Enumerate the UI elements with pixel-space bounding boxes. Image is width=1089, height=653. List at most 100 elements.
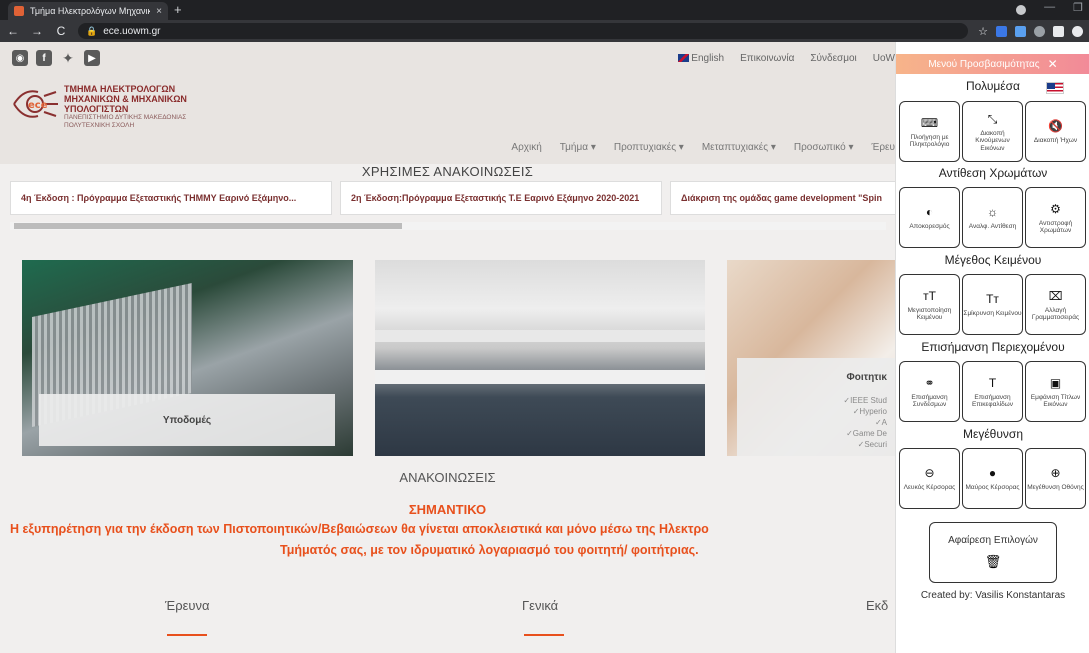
- restore-icon[interactable]: ❐: [1073, 1, 1083, 15]
- nav-staff[interactable]: Προσωπικό ▾: [794, 142, 854, 153]
- favicon-icon: [14, 6, 24, 16]
- font-icon: ⌧: [1048, 288, 1063, 303]
- browser-tab-bar: Τμήμα Ηλεκτρολόγων Μηχανικ... × + — ❐: [0, 0, 1089, 20]
- black-cursor-button[interactable]: ● Μαύρος Κέρσορας: [962, 448, 1023, 509]
- extension-puzzle-icon[interactable]: [1053, 25, 1064, 37]
- footer-underline: [524, 634, 564, 636]
- zoom-icon: ⊕: [1050, 466, 1061, 481]
- link-uowm[interactable]: UoW: [873, 53, 895, 64]
- infrastructure-label[interactable]: Υποδομές: [39, 394, 335, 446]
- text-decrease-icon: Tт: [986, 292, 999, 307]
- youtube-icon[interactable]: ▶: [84, 50, 100, 66]
- nav-department[interactable]: Τμήμα ▾: [560, 142, 596, 153]
- scrollbar-thumb[interactable]: [14, 223, 402, 229]
- image-icon: ▣: [1049, 375, 1062, 390]
- extension-blue-icon[interactable]: [1015, 25, 1026, 37]
- white-cursor-button[interactable]: ⊖ Λευκός Κέρσορας: [899, 448, 960, 509]
- announcement-cards: 4η Έκδοση : Πρόγραμμα Εξεταστικής ΤΗΜΜΥ …: [10, 181, 895, 215]
- rss-icon[interactable]: ◉: [12, 50, 28, 66]
- important-text-line1: Η εξυπηρέτηση για την έκδοση των Πιστοπο…: [10, 522, 709, 536]
- back-button[interactable]: ←: [6, 24, 20, 38]
- text-size-buttons: ᴛT Μεγιστοποίηση Κειμένου Tт Σμίκρυνση Κει…: [899, 274, 1086, 335]
- stop-animations-button[interactable]: ⤡ Διακοπή Κινούμενων Εικόνων: [962, 101, 1023, 162]
- image-titles-button[interactable]: ▣ Εμφάνιση Τίτλων Εικόνων: [1025, 361, 1086, 422]
- mute-icon: 🔇: [1048, 119, 1063, 134]
- extension-gear-icon[interactable]: [1034, 25, 1045, 37]
- address-bar[interactable]: 🔒 ece.uowm.gr: [78, 23, 969, 39]
- nav-postgraduate[interactable]: Μεταπτυχιακές ▾: [702, 142, 776, 153]
- reset-options-button[interactable]: Αφαίρεση Επιλογών 🗑: [929, 522, 1057, 583]
- link-links[interactable]: Σύνδεσμοι: [810, 53, 856, 64]
- svg-text:ece: ece: [28, 100, 48, 111]
- profile-icon[interactable]: [1072, 25, 1083, 37]
- desaturate-button[interactable]: ◐ Αποκορεσμός: [899, 187, 960, 248]
- lock-icon: 🔒: [86, 25, 98, 36]
- browser-toolbar: ← → C 🔒 ece.uowm.gr ☆: [0, 20, 1089, 42]
- horizontal-scrollbar[interactable]: [10, 222, 886, 230]
- important-heading: ΣΗΜΑΝΤΙΚΟ: [408, 502, 487, 517]
- black-cursor-icon: ●: [988, 466, 997, 481]
- announcement-card[interactable]: Διάκριση της ομάδας game development "Sp…: [670, 181, 895, 215]
- logo-text[interactable]: ΤΜΗΜΑ ΗΛΕΚΤΡΟΛΟΓΩΝ ΜΗΧΑΝΙΚΩΝ & ΜΗΧΑΝΙΚΩΝ…: [64, 84, 187, 129]
- footer-publications[interactable]: Εκδ: [866, 598, 888, 613]
- multimedia-buttons: ⌨ Πλοήγηση με Πληκτρολόγιο ⤡ Διακοπή Κινού…: [899, 101, 1086, 162]
- increase-text-button[interactable]: ᴛT Μεγιστοποίηση Κειμένου: [899, 274, 960, 335]
- url-text: ece.uowm.gr: [103, 25, 161, 37]
- record-icon[interactable]: [1016, 5, 1027, 15]
- us-flag-icon[interactable]: [1046, 82, 1064, 94]
- announcements-heading: ΑΝΑΚΟΙΝΩΣΕΙΣ: [399, 470, 496, 485]
- screen-zoom-button[interactable]: ⊕ Μεγέθυνση Οθόνης: [1025, 448, 1086, 509]
- change-font-button[interactable]: ⌧ Αλλαγή Γραμματοσειράς: [1025, 274, 1086, 335]
- accessibility-panel: Μενού Προσβασιμότητας ✕ Πολυμέσα ⌨ Πλοήγη…: [895, 42, 1089, 653]
- tab-title: Τμήμα Ηλεκτρολόγων Μηχανικ...: [30, 6, 151, 16]
- invert-colors-button[interactable]: ⚙ Αντιστροφή Χρωμάτων: [1025, 187, 1086, 248]
- forward-button[interactable]: →: [30, 24, 44, 38]
- section-zoom: Μεγέθυνση: [962, 427, 1023, 441]
- mute-sounds-button[interactable]: 🔇 Διακοπή Ήχων: [1025, 101, 1086, 162]
- cursor-icon: ⤡: [987, 111, 998, 126]
- announcement-card[interactable]: 2η Έκδοση:Πρόγραμμα Εξεταστικής Τ.Ε Εαρι…: [340, 181, 662, 215]
- desaturate-icon: ◐: [925, 205, 934, 220]
- nav-home[interactable]: Αρχική: [511, 142, 541, 153]
- light-contrast-button[interactable]: ☼ Αναλφ. Αντίθεση: [962, 187, 1023, 248]
- keyboard-navigation-button[interactable]: ⌨ Πλοήγηση με Πληκτρολόγιο: [899, 101, 960, 162]
- students-overlay[interactable]: Φοιτητικ ✓IEEE Stud ✓Hyperio ✓A ✓Game De…: [737, 358, 895, 456]
- footer-research[interactable]: Έρευνα: [165, 598, 210, 613]
- facebook-icon[interactable]: f: [36, 50, 52, 66]
- sun-icon: ☼: [987, 205, 998, 220]
- text-increase-icon: ᴛT: [923, 288, 936, 303]
- browser-tab[interactable]: Τμήμα Ηλεκτρολόγων Μηχανικ... ×: [8, 2, 168, 20]
- twitter-icon[interactable]: ✦: [60, 50, 76, 66]
- tab-close-icon[interactable]: ×: [156, 6, 162, 17]
- extension-check-icon[interactable]: [996, 25, 1007, 37]
- invert-icon: ⚙: [1050, 201, 1061, 216]
- close-icon[interactable]: ✕: [1048, 57, 1058, 71]
- extensions-area: ☆: [978, 25, 1083, 38]
- top-links: English Επικοινωνία Σύνδεσμοι UoW: [678, 53, 895, 64]
- zoom-buttons: ⊖ Λευκός Κέρσορας ● Μαύρος Κέρσορας ⊕ Μεγέθ…: [899, 448, 1086, 509]
- classroom-image[interactable]: [375, 260, 705, 456]
- link-contact[interactable]: Επικοινωνία: [740, 53, 794, 64]
- decrease-text-button[interactable]: Tт Σμίκρυνση Κειμένου: [962, 274, 1023, 335]
- trash-icon: 🗑: [984, 554, 1002, 569]
- section-highlight: Επισήμανση Περιεχομένου: [921, 340, 1065, 354]
- infrastructure-image[interactable]: Υποδομές: [22, 260, 353, 456]
- footer-general[interactable]: Γενικά: [522, 598, 558, 613]
- announcement-card[interactable]: 4η Έκδοση : Πρόγραμμα Εξεταστικής ΤΗΜΜΥ …: [10, 181, 332, 215]
- star-icon[interactable]: ☆: [978, 25, 988, 38]
- ece-logo-icon[interactable]: ece: [8, 82, 62, 126]
- highlight-headings-button[interactable]: T Επισήμανση Επικεφαλίδων: [962, 361, 1023, 422]
- new-tab-button[interactable]: +: [174, 2, 182, 17]
- section-contrast: Αντίθεση Χρωμάτων: [938, 166, 1048, 180]
- highlight-links-button[interactable]: ⚭ Επισήμανση Συνδέσμων: [899, 361, 960, 422]
- link-english[interactable]: English: [678, 53, 724, 64]
- accessibility-header: Μενού Προσβασιμότητας ✕: [896, 54, 1089, 74]
- social-links: ◉ f ✦ ▶: [12, 50, 100, 66]
- students-list: ✓IEEE Stud ✓Hyperio ✓A ✓Game De ✓Securi: [843, 396, 887, 449]
- nav-undergraduate[interactable]: Προπτυχιακές ▾: [614, 142, 684, 153]
- nav-research[interactable]: Έρευ: [872, 142, 895, 153]
- minimize-icon[interactable]: —: [1044, 1, 1055, 15]
- useful-announcements-title: ΧΡΗΣΙΜΕΣ ΑΝΑΚΟΙΝΩΣΕΙΣ: [361, 164, 534, 179]
- students-image[interactable]: Φοιτητικ ✓IEEE Stud ✓Hyperio ✓A ✓Game De…: [727, 260, 895, 456]
- reload-button[interactable]: C: [54, 24, 68, 38]
